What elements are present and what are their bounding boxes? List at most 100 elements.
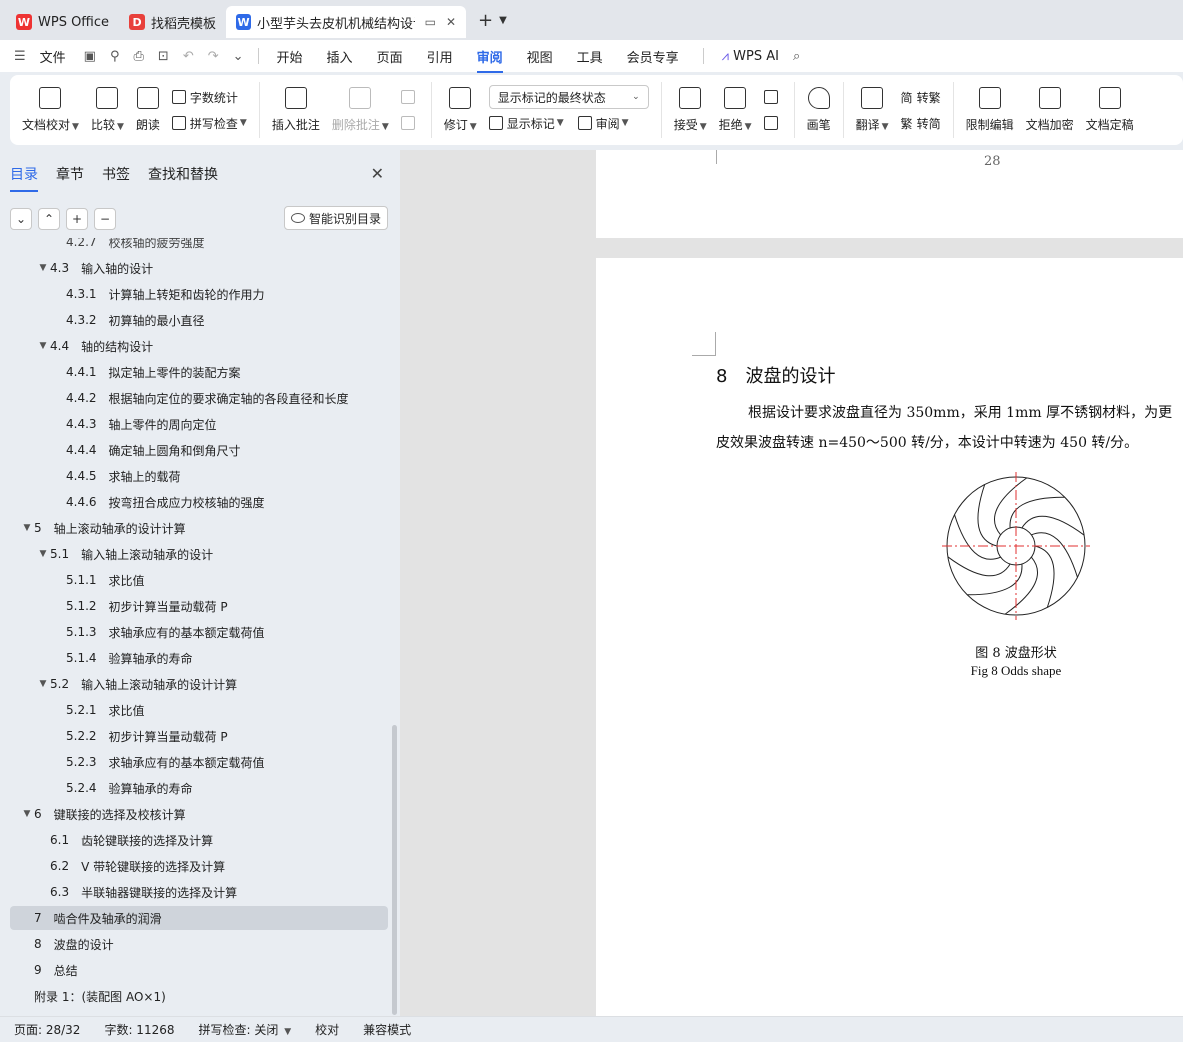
toc-item[interactable]: 5.1.1 求比值 — [10, 568, 388, 592]
tab-bookmarks[interactable]: 书签 — [102, 164, 130, 192]
menu-page[interactable]: 页面 — [377, 47, 403, 66]
toc-item[interactable]: ▼ 4.4 轴的结构设计 — [10, 334, 388, 358]
expand-down-icon[interactable]: ⌄ — [10, 208, 32, 230]
menu-references[interactable]: 引用 — [427, 47, 453, 66]
close-icon[interactable]: ✕ — [371, 164, 384, 183]
current-page[interactable]: 8 波盘的设计 根据设计要求波盘直径为 350mm，采用 1mm 厚不锈钢材料，为… — [596, 258, 1183, 1016]
status-page[interactable]: 页面: 28/32 — [14, 1021, 80, 1038]
expand-arrow-icon[interactable]: ▼ — [36, 679, 50, 689]
translate-button[interactable]: 翻译 ▼ — [856, 87, 889, 133]
restrict-edit-button[interactable]: 限制编辑 — [966, 87, 1014, 133]
undo-icon[interactable]: ↶ — [183, 49, 194, 64]
toc-item[interactable]: 6.3 半联轴器键联接的选择及计算 — [10, 880, 388, 904]
pen-button[interactable]: 画笔 — [807, 87, 831, 133]
print-preview-icon[interactable]: ⊡ — [158, 49, 169, 64]
to-simplified-button[interactable]: 繁转简 — [901, 110, 941, 136]
menu-wps-ai[interactable]: ⩘ WPS AI — [722, 49, 779, 64]
show-markup-button[interactable]: 显示标记 ▼ — [488, 115, 564, 132]
menu-review[interactable]: 审阅 — [476, 47, 503, 73]
menu-view[interactable]: 视图 — [527, 47, 553, 66]
toc-item[interactable]: 4.4.1 拟定轴上零件的装配方案 — [10, 360, 388, 384]
toc-item[interactable]: 5.2.4 验算轴承的寿命 — [10, 776, 388, 800]
expand-arrow-icon[interactable]: ▼ — [36, 549, 50, 559]
accept-button[interactable]: 接受 ▼ — [674, 87, 707, 133]
toc-item[interactable]: 4.4.6 按弯扭合成应力校核轴的强度 — [10, 490, 388, 514]
toc-item[interactable]: 4.3.1 计算轴上转矩和齿轮的作用力 — [10, 282, 388, 306]
encrypt-button[interactable]: 文档加密 — [1026, 87, 1074, 133]
to-traditional-button[interactable]: 简转繁 — [901, 84, 941, 110]
toc-item[interactable]: 5.2.2 初步计算当量动载荷 P — [10, 724, 388, 748]
smart-toc-button[interactable]: 智能识别目录 — [283, 206, 388, 230]
doc-proofread-button[interactable]: 文档校对 ▼ — [22, 87, 79, 133]
delete-comment-button[interactable]: 删除批注 ▼ — [332, 87, 389, 133]
tab-wps-office[interactable]: W WPS Office — [6, 6, 119, 38]
prev-revision-button[interactable] — [763, 84, 782, 110]
status-word-count[interactable]: 字数: 11268 — [104, 1021, 174, 1038]
expand-arrow-icon[interactable]: ▼ — [20, 523, 34, 533]
search-icon[interactable]: ⌕ — [793, 49, 800, 64]
prev-comment-button[interactable] — [400, 84, 419, 110]
next-comment-button[interactable] — [400, 110, 419, 136]
toc-item[interactable]: ▼ 5 轴上滚动轴承的设计计算 — [10, 516, 388, 540]
status-proofread[interactable]: 校对 — [315, 1021, 339, 1038]
word-count-button[interactable]: 字数统计 — [171, 84, 247, 110]
toc-item[interactable]: 5.1.4 验算轴承的寿命 — [10, 646, 388, 670]
compare-button[interactable]: 比较 ▼ — [91, 87, 124, 133]
toc-item[interactable]: 5.2.3 求轴承应有的基本额定载荷值 — [10, 750, 388, 774]
toc-scrollbar[interactable] — [392, 725, 397, 1015]
hamburger-icon[interactable]: ☰ — [14, 49, 26, 64]
toc-item[interactable]: 8 波盘的设计 — [10, 932, 388, 956]
toc-item[interactable]: 7 啮合件及轴承的润滑 — [10, 906, 388, 930]
menu-insert[interactable]: 插入 — [327, 47, 353, 66]
toc-item[interactable]: 9 总结 — [10, 958, 388, 982]
status-spell-check[interactable]: 拼写检查: 关闭 ▼ — [199, 1021, 292, 1038]
print-icon[interactable]: ⎙ — [134, 49, 144, 64]
toc-item[interactable]: 4.2.7 校核轴的疲劳强度 — [10, 238, 388, 254]
tab-find-replace[interactable]: 查找和替换 — [148, 164, 218, 192]
screen-icon[interactable]: ▭ — [425, 15, 436, 29]
markup-state-select[interactable]: 显示标记的最终状态 ⌄ — [488, 85, 649, 109]
insert-comment-button[interactable]: 插入批注 — [272, 87, 320, 133]
expand-arrow-icon[interactable]: ▼ — [36, 341, 50, 351]
tab-docer-templates[interactable]: D 找稻壳模板 — [119, 6, 226, 38]
menu-tools[interactable]: 工具 — [577, 47, 603, 66]
collapse-up-icon[interactable]: ⌃ — [38, 208, 60, 230]
toc-item[interactable]: 5.1.2 初步计算当量动载荷 P — [10, 594, 388, 618]
toc-item[interactable]: 6.1 齿轮键联接的选择及计算 — [10, 828, 388, 852]
toc-item[interactable]: 5.1.3 求轴承应有的基本额定载荷值 — [10, 620, 388, 644]
revise-button[interactable]: 修订 ▼ — [444, 87, 477, 133]
next-revision-button[interactable] — [763, 110, 782, 136]
toc-item[interactable]: 4.4.2 根据轴向定位的要求确定轴的各段直径和长度 — [10, 386, 388, 410]
reject-button[interactable]: 拒绝 ▼ — [719, 87, 752, 133]
redo-icon[interactable]: ↷ — [208, 49, 219, 64]
review-pane-button[interactable]: 审阅 ▼ — [577, 115, 629, 132]
toc-item[interactable]: ▼ 5.1 输入轴上滚动轴承的设计 — [10, 542, 388, 566]
menu-home[interactable]: 开始 — [277, 47, 303, 66]
finalize-button[interactable]: 文档定稿 — [1086, 87, 1134, 133]
toc-item[interactable]: ▼ 5.2 输入轴上滚动轴承的设计计算 — [10, 672, 388, 696]
save-icon[interactable]: ▣ — [84, 49, 96, 64]
toc-item[interactable]: 6.2 V 带轮键联接的选择及计算 — [10, 854, 388, 878]
tab-document[interactable]: W 小型芋头去皮机机械结构设计 ▭ ✕ — [226, 6, 467, 38]
toc-item[interactable]: 4.4.5 求轴上的载荷 — [10, 464, 388, 488]
toc-item[interactable]: ▼ 4.3 输入轴的设计 — [10, 256, 388, 280]
more-chevron-icon[interactable]: ⌄ — [233, 49, 244, 64]
spell-check-button[interactable]: 拼写检查 ▼ — [171, 110, 247, 136]
tab-toc[interactable]: 目录 — [10, 164, 38, 192]
menu-file[interactable]: 文件 — [40, 47, 66, 66]
toc-item[interactable]: 4.4.4 确定轴上圆角和倒角尺寸 — [10, 438, 388, 462]
share-icon[interactable]: ⚲ — [110, 49, 120, 64]
new-tab-icon[interactable]: + — [478, 10, 493, 31]
read-aloud-button[interactable]: 朗读 — [136, 87, 160, 133]
menu-member[interactable]: 会员专享 — [627, 47, 679, 66]
toc-item[interactable]: 4.3.2 初算轴的最小直径 — [10, 308, 388, 332]
toc-item[interactable]: 4.4.3 轴上零件的周向定位 — [10, 412, 388, 436]
remove-icon[interactable]: − — [94, 208, 116, 230]
toc-item[interactable]: 附录 1：(装配图 AO×1) — [10, 984, 388, 1008]
expand-arrow-icon[interactable]: ▼ — [20, 809, 34, 819]
close-tab-icon[interactable]: ✕ — [446, 15, 456, 29]
add-icon[interactable]: + — [66, 208, 88, 230]
tab-chapters[interactable]: 章节 — [56, 164, 84, 192]
expand-arrow-icon[interactable]: ▼ — [36, 263, 50, 273]
toc-item[interactable]: 5.2.1 求比值 — [10, 698, 388, 722]
